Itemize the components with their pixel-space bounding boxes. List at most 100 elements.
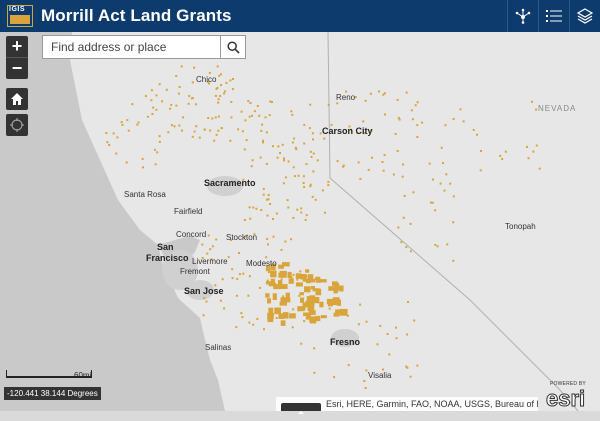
home-icon <box>11 93 23 105</box>
grant-parcel <box>265 256 268 259</box>
grant-parcel <box>211 117 214 120</box>
grant-parcel <box>403 194 406 197</box>
grant-parcel <box>267 298 272 304</box>
grant-parcel <box>535 144 538 147</box>
grant-parcel <box>235 326 238 329</box>
grant-parcel <box>535 108 538 111</box>
grant-parcel <box>299 292 304 296</box>
map-label: Fairfield <box>174 207 203 216</box>
grant-parcel <box>290 110 293 113</box>
grant-parcel <box>137 121 140 124</box>
grant-parcel <box>266 237 269 240</box>
grant-parcel <box>108 144 111 146</box>
share-button[interactable] <box>507 0 538 32</box>
grant-parcel <box>115 152 118 155</box>
grant-parcel <box>236 277 239 280</box>
search-button[interactable] <box>220 36 245 58</box>
grant-parcel <box>287 271 292 279</box>
grant-parcel <box>309 308 315 313</box>
grant-parcel <box>324 211 326 214</box>
grant-parcel <box>156 151 159 154</box>
grant-parcel <box>320 315 327 319</box>
grant-parcel <box>260 209 263 211</box>
grant-parcel <box>312 138 314 141</box>
grant-parcel <box>280 248 283 251</box>
grant-parcel <box>286 199 289 202</box>
grant-parcel <box>158 83 161 86</box>
zoom-control: + − <box>6 36 28 79</box>
layers-button[interactable] <box>569 0 600 32</box>
grant-parcel <box>305 313 311 320</box>
grant-parcel <box>405 365 408 368</box>
grant-parcel <box>253 110 256 113</box>
grant-parcel <box>232 78 234 80</box>
zoom-out-button[interactable]: − <box>6 58 28 79</box>
grant-parcel <box>446 243 449 246</box>
grant-parcel <box>267 317 274 323</box>
grant-parcel <box>292 166 295 169</box>
grant-parcel <box>158 140 161 143</box>
grant-parcel <box>290 238 292 241</box>
esri-brand-text: esri <box>545 386 586 412</box>
grant-parcel <box>125 161 128 164</box>
grant-parcel <box>413 319 416 322</box>
grant-parcel <box>194 103 197 106</box>
map-label: Modesto <box>246 259 277 268</box>
grant-parcel <box>258 114 261 117</box>
grant-parcel <box>410 109 413 112</box>
grant-parcel <box>504 150 507 153</box>
map-label: Carson City <box>322 126 373 136</box>
grant-parcel <box>275 212 278 215</box>
grant-parcel <box>382 169 385 172</box>
grant-parcel <box>538 167 541 170</box>
grant-parcel <box>136 123 139 126</box>
map-view[interactable]: Chico Reno NEVADA Carson City Sacramento… <box>0 32 600 411</box>
grant-parcel <box>434 209 437 212</box>
grant-parcel <box>265 293 270 298</box>
grant-parcel <box>309 183 312 186</box>
grant-parcel <box>364 387 367 389</box>
grant-parcel <box>187 102 190 105</box>
grant-parcel <box>247 294 250 297</box>
grant-parcel <box>302 175 305 178</box>
grant-parcel <box>327 184 330 187</box>
grant-parcel <box>259 286 262 289</box>
grant-parcel <box>309 150 312 153</box>
grant-parcel <box>240 312 243 315</box>
grant-parcel <box>268 114 271 117</box>
grant-parcel <box>249 217 252 220</box>
home-button[interactable] <box>6 88 28 110</box>
grant-parcel <box>296 278 299 281</box>
grant-parcel <box>243 219 246 221</box>
grant-parcel <box>261 123 264 126</box>
attribution-toggle[interactable] <box>281 403 321 414</box>
grant-parcel <box>409 375 412 378</box>
grant-parcel <box>182 116 185 119</box>
search-input[interactable] <box>43 36 220 58</box>
map-label: Visalia <box>368 371 392 380</box>
grant-parcel <box>359 177 362 180</box>
locate-button[interactable] <box>6 114 28 136</box>
grant-parcel <box>243 148 246 151</box>
grant-parcel <box>394 132 397 135</box>
grant-parcel <box>402 163 404 166</box>
grant-parcel <box>248 321 251 324</box>
grant-parcel <box>266 214 269 217</box>
grant-parcel <box>304 218 307 221</box>
map-label: NEVADA <box>538 104 577 113</box>
grant-parcel <box>273 284 281 290</box>
search-icon <box>226 40 240 54</box>
igis-logo: IGIS <box>7 5 33 27</box>
grant-parcel <box>262 141 264 144</box>
grant-parcel <box>305 214 308 217</box>
map-label: Concord <box>176 230 207 239</box>
grant-parcel <box>299 270 302 273</box>
app-title: Morrill Act Land Grants <box>41 6 232 25</box>
grant-parcel <box>127 129 130 132</box>
zoom-in-button[interactable]: + <box>6 36 28 57</box>
grant-parcel <box>336 160 339 163</box>
grant-parcel <box>312 288 320 292</box>
grant-parcel <box>311 132 314 135</box>
legend-button[interactable] <box>538 0 569 32</box>
grant-parcel <box>217 129 220 132</box>
